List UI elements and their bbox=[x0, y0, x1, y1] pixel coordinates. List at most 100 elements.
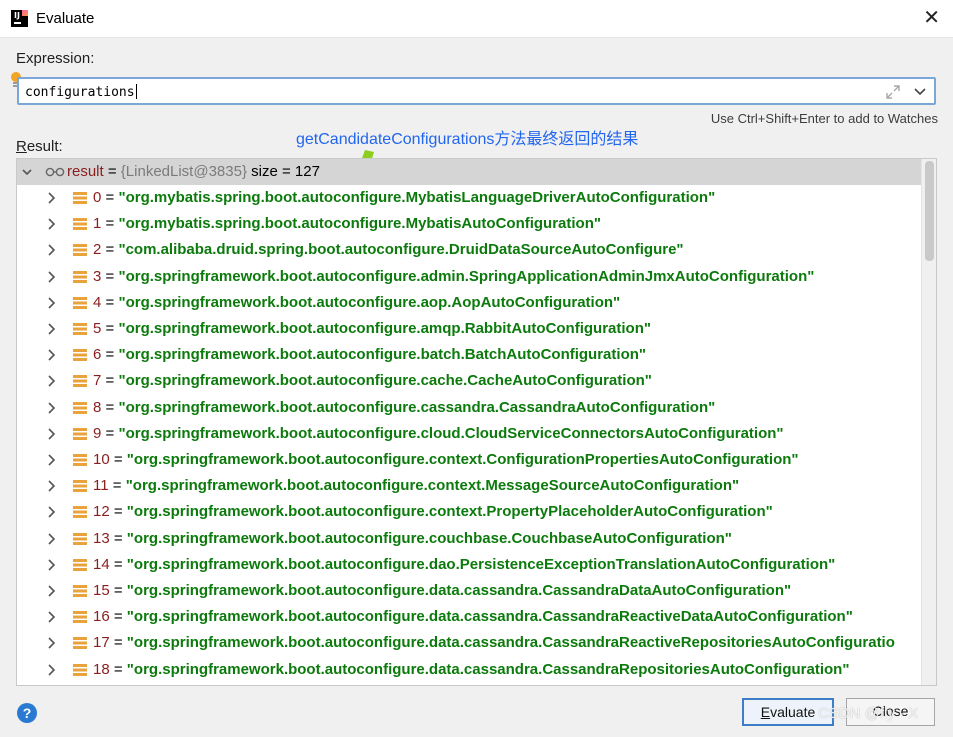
title-bar: IJ Evaluate ✕ bbox=[0, 0, 953, 38]
chevron-right-icon[interactable] bbox=[45, 558, 57, 572]
list-item[interactable]: 8 = "org.springframework.boot.autoconfig… bbox=[17, 395, 922, 421]
close-button[interactable]: Close bbox=[846, 698, 935, 726]
help-icon[interactable]: ? bbox=[17, 703, 37, 723]
item-text: 18 = "org.springframework.boot.autoconfi… bbox=[93, 660, 850, 678]
scrollbar-thumb[interactable] bbox=[925, 161, 934, 261]
field-icon bbox=[73, 323, 87, 335]
list-item[interactable]: 0 = "org.mybatis.spring.boot.autoconfigu… bbox=[17, 185, 922, 211]
item-text: 12 = "org.springframework.boot.autoconfi… bbox=[93, 503, 773, 521]
chevron-right-icon[interactable] bbox=[45, 479, 57, 493]
field-icon bbox=[73, 218, 87, 231]
field-icon bbox=[73, 480, 87, 493]
list-item[interactable]: 7 = "org.springframework.boot.autoconfig… bbox=[17, 368, 922, 394]
item-text: 5 = "org.springframework.boot.autoconfig… bbox=[93, 320, 651, 337]
list-item[interactable]: 15 = "org.springframework.boot.autoconfi… bbox=[17, 578, 922, 604]
list-item[interactable]: 9 = "org.springframework.boot.autoconfig… bbox=[17, 421, 922, 447]
chevron-right-icon[interactable] bbox=[45, 427, 57, 441]
list-item[interactable]: 18 = "org.springframework.boot.autoconfi… bbox=[17, 657, 922, 683]
list-item[interactable]: 14 = "org.springframework.boot.autoconfi… bbox=[17, 552, 922, 578]
chevron-right-icon[interactable] bbox=[45, 243, 57, 257]
tree-root-row[interactable]: result = {LinkedList@3835} size = 127 bbox=[17, 159, 922, 185]
item-text: 11 = "org.springframework.boot.autoconfi… bbox=[93, 477, 740, 495]
chevron-right-icon[interactable] bbox=[45, 374, 57, 388]
list-item[interactable]: 5 = "org.springframework.boot.autoconfig… bbox=[17, 316, 922, 342]
chevron-down-icon[interactable] bbox=[21, 165, 33, 179]
item-text: 17 = "org.springframework.boot.autoconfi… bbox=[93, 634, 895, 652]
chevron-right-icon[interactable] bbox=[45, 191, 57, 205]
evaluate-button[interactable]: Evaluate bbox=[742, 698, 834, 726]
item-value: "org.springframework.boot.autoconfigure.… bbox=[118, 398, 716, 416]
close-window-icon[interactable]: ✕ bbox=[923, 6, 940, 30]
field-icon bbox=[73, 637, 87, 650]
list-item[interactable]: 11 = "org.springframework.boot.autoconfi… bbox=[17, 473, 922, 499]
list-item[interactable]: 3 = "org.springframework.boot.autoconfig… bbox=[17, 264, 922, 290]
list-item[interactable]: 10 = "org.springframework.boot.autoconfi… bbox=[17, 447, 922, 473]
field-icon bbox=[73, 244, 87, 257]
field-icon bbox=[73, 532, 87, 545]
list-item[interactable]: 6 = "org.springframework.boot.autoconfig… bbox=[17, 342, 922, 368]
field-icon bbox=[73, 270, 87, 283]
list-item[interactable]: 12 = "org.springframework.boot.autoconfi… bbox=[17, 499, 922, 525]
item-value: "org.springframework.boot.autoconfigure.… bbox=[126, 608, 853, 626]
chevron-right-icon[interactable] bbox=[45, 270, 57, 284]
chevron-right-icon[interactable] bbox=[45, 584, 57, 598]
item-value: "org.springframework.boot.autoconfigure.… bbox=[125, 477, 740, 495]
item-index: 14 bbox=[93, 555, 110, 573]
chevron-right-icon[interactable] bbox=[45, 322, 57, 336]
field-icon bbox=[73, 192, 87, 204]
item-index: 12 bbox=[93, 503, 110, 521]
item-text: 3 = "org.springframework.boot.autoconfig… bbox=[93, 267, 815, 285]
item-value: "org.springframework.boot.autoconfigure.… bbox=[126, 555, 836, 573]
field-icon bbox=[73, 663, 87, 676]
item-value: "org.springframework.boot.autoconfigure.… bbox=[126, 451, 799, 468]
history-dropdown-icon[interactable] bbox=[912, 82, 928, 100]
item-value: "org.springframework.boot.autoconfigure.… bbox=[126, 503, 773, 521]
watches-hint: Use Ctrl+Shift+Enter to add to Watches bbox=[710, 111, 938, 126]
list-item[interactable]: 2 = "com.alibaba.druid.spring.boot.autoc… bbox=[17, 237, 922, 263]
intellij-icon: IJ bbox=[11, 10, 28, 27]
field-icon bbox=[73, 585, 87, 597]
item-value: "org.springframework.boot.autoconfigure.… bbox=[118, 346, 647, 364]
window-title: Evaluate bbox=[36, 10, 95, 27]
chevron-right-icon[interactable] bbox=[45, 610, 57, 624]
annotation-text: getCandidateConfigurations方法最终返回的结果 bbox=[296, 131, 639, 148]
chevron-right-icon[interactable] bbox=[45, 217, 57, 231]
item-text: 2 = "com.alibaba.druid.spring.boot.autoc… bbox=[93, 241, 684, 259]
result-tree[interactable]: result = {LinkedList@3835} size = 127 0 … bbox=[16, 158, 937, 686]
root-label: result = {LinkedList@3835} size = 127 bbox=[67, 163, 320, 180]
field-icon bbox=[73, 611, 87, 624]
list-item[interactable]: 13 = "org.springframework.boot.autoconfi… bbox=[17, 526, 922, 552]
item-text: 0 = "org.mybatis.spring.boot.autoconfigu… bbox=[93, 189, 716, 206]
item-text: 13 = "org.springframework.boot.autoconfi… bbox=[93, 529, 732, 547]
chevron-right-icon[interactable] bbox=[45, 453, 57, 467]
item-text: 6 = "org.springframework.boot.autoconfig… bbox=[93, 346, 647, 364]
item-value: "org.springframework.boot.autoconfigure.… bbox=[126, 660, 850, 678]
chevron-right-icon[interactable] bbox=[45, 348, 57, 362]
chevron-right-icon[interactable] bbox=[45, 505, 57, 519]
field-icon bbox=[73, 558, 87, 571]
field-icon bbox=[73, 349, 87, 362]
item-index: 13 bbox=[93, 529, 110, 547]
expand-editor-icon[interactable] bbox=[884, 83, 902, 101]
item-text: 16 = "org.springframework.boot.autoconfi… bbox=[93, 608, 853, 626]
list-item[interactable]: 4 = "org.springframework.boot.autoconfig… bbox=[17, 290, 922, 316]
item-value: "org.springframework.boot.autoconfigure.… bbox=[118, 320, 651, 337]
list-item[interactable]: 16 = "org.springframework.boot.autoconfi… bbox=[17, 604, 922, 630]
chevron-right-icon[interactable] bbox=[45, 532, 57, 546]
expression-input[interactable]: configurations bbox=[17, 77, 936, 105]
chevron-right-icon[interactable] bbox=[45, 401, 57, 415]
chevron-right-icon[interactable] bbox=[45, 636, 57, 650]
item-value: "org.springframework.boot.autoconfigure.… bbox=[118, 267, 815, 285]
item-value: "org.springframework.boot.autoconfigure.… bbox=[118, 372, 652, 390]
item-index: 11 bbox=[93, 477, 109, 495]
watch-glasses-icon bbox=[45, 167, 65, 177]
list-item[interactable]: 1 = "org.mybatis.spring.boot.autoconfigu… bbox=[17, 211, 922, 237]
chevron-right-icon[interactable] bbox=[45, 663, 57, 677]
chevron-right-icon[interactable] bbox=[45, 296, 57, 310]
item-text: 1 = "org.mybatis.spring.boot.autoconfigu… bbox=[93, 215, 601, 233]
item-value: "org.springframework.boot.autoconfigure.… bbox=[118, 293, 621, 311]
list-item[interactable]: 17 = "org.springframework.boot.autoconfi… bbox=[17, 630, 922, 656]
text-caret bbox=[135, 84, 137, 99]
vertical-scrollbar[interactable] bbox=[921, 159, 936, 685]
item-index: 10 bbox=[93, 451, 110, 468]
